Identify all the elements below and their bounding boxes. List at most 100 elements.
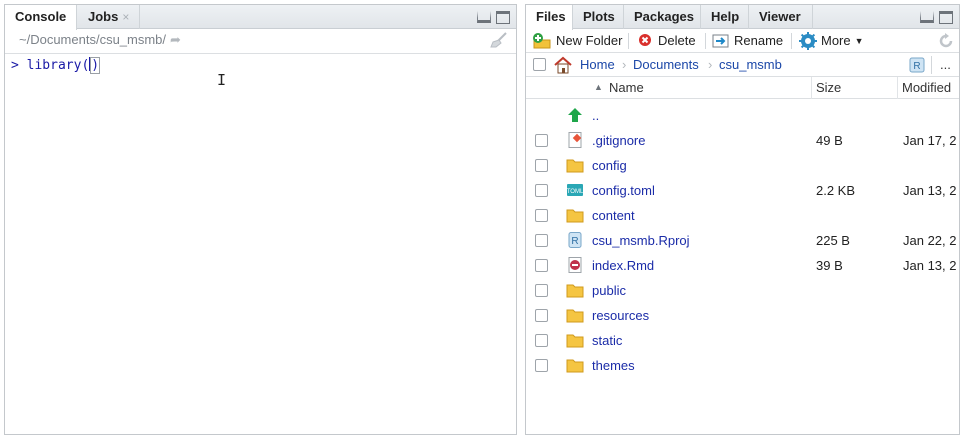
tab-jobs[interactable]: Jobs × (78, 5, 141, 29)
more-options-ellipsis[interactable]: ... (940, 53, 951, 77)
file-row[interactable]: static (526, 328, 959, 353)
folder-icon (566, 282, 584, 298)
toolbar-divider (628, 33, 629, 49)
file-name-link[interactable]: config (592, 153, 627, 178)
row-checkbox[interactable] (535, 184, 548, 197)
delete-button[interactable]: Delete (638, 29, 696, 53)
close-icon[interactable]: × (122, 10, 129, 24)
maximize-icon[interactable] (496, 11, 510, 24)
maximize-icon[interactable] (939, 11, 953, 24)
file-row[interactable]: .. (526, 103, 959, 128)
file-name-link[interactable]: content (592, 203, 635, 228)
tab-packages-label: Packages (634, 9, 694, 24)
rename-icon (712, 34, 729, 48)
file-table-header: ▲ Name Size Modified (526, 77, 959, 99)
more-label: More (821, 33, 851, 48)
tab-packages[interactable]: Packages (624, 5, 701, 29)
file-size: 225 B (816, 233, 850, 248)
console-tabbar: Console Jobs × (5, 5, 516, 30)
tab-console[interactable]: Console (5, 5, 78, 30)
tab-files-label: Files (536, 9, 566, 24)
folder-icon (566, 207, 584, 223)
rename-button[interactable]: Rename (712, 29, 783, 53)
file-row[interactable]: public (526, 278, 959, 303)
tab-help-label: Help (711, 9, 740, 24)
row-checkbox[interactable] (535, 309, 548, 322)
row-checkbox[interactable] (535, 334, 548, 347)
file-row[interactable]: content (526, 203, 959, 228)
select-all-checkbox[interactable] (533, 58, 546, 71)
file-row[interactable]: .gitignore 49 B Jan 17, 2 (526, 128, 959, 153)
row-checkbox[interactable] (535, 134, 548, 147)
file-name-link[interactable]: .. (592, 103, 599, 128)
gear-icon (799, 32, 817, 50)
breadcrumb-separator: › (708, 57, 713, 72)
file-name-link[interactable]: resources (592, 303, 649, 328)
breadcrumb: Home › Documents › csu_msmb R ... (526, 53, 959, 77)
file-row[interactable]: themes (526, 353, 959, 378)
minimize-icon[interactable] (477, 11, 491, 23)
column-header-modified[interactable]: Modified (902, 77, 951, 98)
breadcrumb-csu-msmb[interactable]: csu_msmb (719, 53, 782, 77)
tab-viewer-label: Viewer (759, 9, 801, 24)
file-name-link[interactable]: static (592, 328, 622, 353)
file-name-link[interactable]: public (592, 278, 626, 303)
go-to-directory-icon[interactable]: ➦ (170, 32, 181, 47)
file-name-link[interactable]: themes (592, 353, 635, 378)
rstudio-window: Console Jobs × ~/Documents/csu_msmb/ ➦ > l… (0, 0, 964, 441)
home-icon[interactable] (553, 56, 573, 74)
file-modified: Jan 17, 2 (903, 133, 957, 148)
files-toolbar: New Folder Delete Rename More ▼ (526, 29, 959, 53)
tab-plots[interactable]: Plots (573, 5, 624, 29)
console-prompt: > (11, 58, 19, 73)
file-row[interactable]: Rcsu_msmb.Rproj 225 B Jan 22, 2 (526, 228, 959, 253)
clear-console-broom-icon[interactable] (490, 32, 508, 48)
console-input-text[interactable]: library( (27, 58, 90, 73)
working-directory-path[interactable]: ~/Documents/csu_msmb/ (19, 32, 166, 47)
files-pane: Files Plots Packages Help Viewer New Fol… (525, 4, 960, 435)
row-checkbox[interactable] (535, 159, 548, 172)
minimize-icon[interactable] (920, 11, 934, 23)
column-header-size[interactable]: Size (816, 77, 841, 98)
tab-files[interactable]: Files (526, 5, 573, 30)
file-size: 49 B (816, 133, 843, 148)
files-window-controls (920, 11, 953, 24)
file-size: 39 B (816, 258, 843, 273)
row-checkbox[interactable] (535, 284, 548, 297)
file-name-link[interactable]: config.toml (592, 178, 655, 203)
matching-paren: ) (90, 57, 101, 74)
new-folder-button[interactable]: New Folder (532, 29, 622, 53)
tab-plots-label: Plots (583, 9, 615, 24)
file-name-link[interactable]: index.Rmd (592, 253, 654, 278)
file-size: 2.2 KB (816, 183, 856, 198)
row-checkbox[interactable] (535, 359, 548, 372)
tab-help[interactable]: Help (701, 5, 749, 29)
folder-icon (566, 307, 584, 323)
r-project-icon[interactable]: R (909, 57, 925, 73)
file-modified: Jan 13, 2 (903, 258, 957, 273)
breadcrumb-home[interactable]: Home (580, 53, 615, 77)
row-checkbox[interactable] (535, 259, 548, 272)
file-row[interactable]: index.Rmd 39 B Jan 13, 2 (526, 253, 959, 278)
file-modified: Jan 13, 2 (903, 183, 957, 198)
column-header-name[interactable]: Name (609, 77, 644, 98)
toolbar-divider (931, 56, 932, 74)
refresh-icon[interactable] (937, 32, 955, 50)
sort-ascending-icon[interactable]: ▲ (594, 77, 603, 98)
file-name-link[interactable]: .gitignore (592, 128, 645, 153)
breadcrumb-separator: › (622, 57, 627, 72)
breadcrumb-documents[interactable]: Documents (633, 53, 699, 77)
more-button[interactable]: More ▼ (799, 29, 864, 53)
console-output[interactable]: > library() I (5, 53, 516, 434)
tab-viewer[interactable]: Viewer (749, 5, 813, 29)
file-row[interactable]: TOML config.toml 2.2 KB Jan 13, 2 (526, 178, 959, 203)
file-name-link[interactable]: csu_msmb.Rproj (592, 228, 690, 253)
file-row[interactable]: config (526, 153, 959, 178)
folder-icon (566, 332, 584, 348)
tab-jobs-label: Jobs (88, 9, 119, 24)
delete-icon (639, 34, 651, 46)
toolbar-divider (705, 33, 706, 49)
file-row[interactable]: resources (526, 303, 959, 328)
row-checkbox[interactable] (535, 234, 548, 247)
row-checkbox[interactable] (535, 209, 548, 222)
